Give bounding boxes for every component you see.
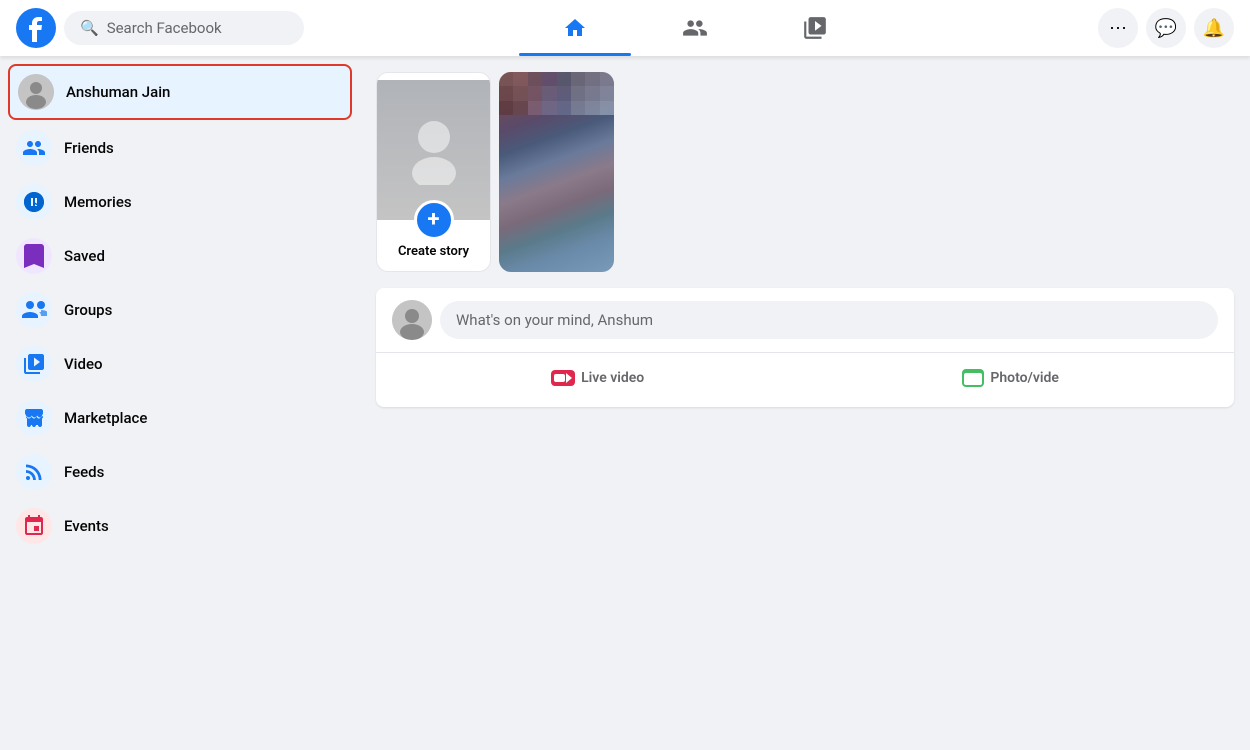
sidebar: Anshuman Jain Friends Memories xyxy=(0,56,360,750)
photo-video-icon xyxy=(962,369,984,387)
composer-placeholder: What's on your mind, Anshum xyxy=(456,311,653,329)
live-video-icon xyxy=(551,370,575,386)
video-icon xyxy=(16,346,52,382)
composer-divider xyxy=(376,352,1234,353)
composer-live-video[interactable]: Live video xyxy=(535,361,660,395)
composer-avatar xyxy=(392,300,432,340)
sidebar-item-friends[interactable]: Friends xyxy=(8,122,352,174)
pixelated-overlay xyxy=(499,72,614,272)
nav-watch[interactable] xyxy=(759,4,871,52)
sidebar-groups-label: Groups xyxy=(64,301,112,319)
story-person-icon xyxy=(404,115,464,185)
search-bar[interactable]: 🔍 Search Facebook xyxy=(64,11,304,45)
profile-avatar-icon xyxy=(18,74,54,110)
sidebar-item-memories[interactable]: Memories xyxy=(8,176,352,228)
memories-icon xyxy=(16,184,52,220)
sidebar-item-marketplace[interactable]: Marketplace xyxy=(8,392,352,444)
stories-row: + Create story xyxy=(376,72,1234,272)
composer-top: What's on your mind, Anshum xyxy=(392,300,1218,340)
live-video-label: Live video xyxy=(581,370,644,386)
sidebar-friends-label: Friends xyxy=(64,139,114,157)
post-composer: What's on your mind, Anshum Live video xyxy=(376,288,1234,407)
watch-nav-icon xyxy=(802,15,828,41)
search-placeholder: Search Facebook xyxy=(107,19,222,37)
sidebar-item-saved[interactable]: Saved xyxy=(8,230,352,282)
groups-icon xyxy=(16,292,52,328)
sidebar-marketplace-label: Marketplace xyxy=(64,409,147,427)
story-avatar-bg: + xyxy=(376,80,491,220)
nav-friends[interactable] xyxy=(639,4,751,52)
sidebar-video-label: Video xyxy=(64,355,103,373)
composer-avatar-icon xyxy=(392,300,432,340)
menu-icon-btn[interactable]: ⋯ xyxy=(1098,8,1138,48)
sidebar-feeds-label: Feeds xyxy=(64,463,104,481)
feeds-icon xyxy=(16,454,52,490)
header: 🔍 Search Facebook ⋯ 💬 🔔 xyxy=(0,0,1250,56)
profile-avatar xyxy=(18,74,54,110)
saved-icon xyxy=(16,238,52,274)
search-icon: 🔍 xyxy=(80,19,99,37)
main-content: + Create story xyxy=(360,56,1250,750)
events-icon xyxy=(16,508,52,544)
create-story-plus-btn[interactable]: + xyxy=(414,200,454,240)
composer-input[interactable]: What's on your mind, Anshum xyxy=(440,301,1218,339)
sidebar-saved-label: Saved xyxy=(64,247,105,265)
marketplace-icon xyxy=(16,400,52,436)
header-left: 🔍 Search Facebook xyxy=(16,8,356,48)
home-icon xyxy=(563,16,587,40)
notifications-icon-btn[interactable]: 🔔 xyxy=(1194,8,1234,48)
messenger-icon-btn[interactable]: 💬 xyxy=(1146,8,1186,48)
sidebar-item-profile[interactable]: Anshuman Jain xyxy=(8,64,352,120)
sidebar-item-video[interactable]: Video xyxy=(8,338,352,390)
nav-home[interactable] xyxy=(519,4,631,52)
sidebar-item-feeds[interactable]: Feeds xyxy=(8,446,352,498)
header-nav xyxy=(356,4,1034,52)
create-story-label: Create story xyxy=(398,244,469,259)
composer-photo-video[interactable]: Photo/vide xyxy=(946,361,1075,395)
sidebar-memories-label: Memories xyxy=(64,193,132,211)
sidebar-item-events[interactable]: Events xyxy=(8,500,352,552)
page-layout: Anshuman Jain Friends Memories xyxy=(0,0,1250,750)
friends-icon xyxy=(16,130,52,166)
story-photo-bg xyxy=(499,72,614,272)
header-right: ⋯ 💬 🔔 xyxy=(1034,8,1234,48)
create-story-card[interactable]: + Create story xyxy=(376,72,491,272)
photo-video-label: Photo/vide xyxy=(990,370,1059,386)
story-card-2[interactable] xyxy=(499,72,614,272)
profile-name: Anshuman Jain xyxy=(66,83,170,101)
sidebar-events-label: Events xyxy=(64,517,109,535)
friends-nav-icon xyxy=(682,15,708,41)
facebook-logo-icon[interactable] xyxy=(16,8,56,48)
composer-actions: Live video Photo/vide xyxy=(392,361,1218,395)
sidebar-item-groups[interactable]: Groups xyxy=(8,284,352,336)
